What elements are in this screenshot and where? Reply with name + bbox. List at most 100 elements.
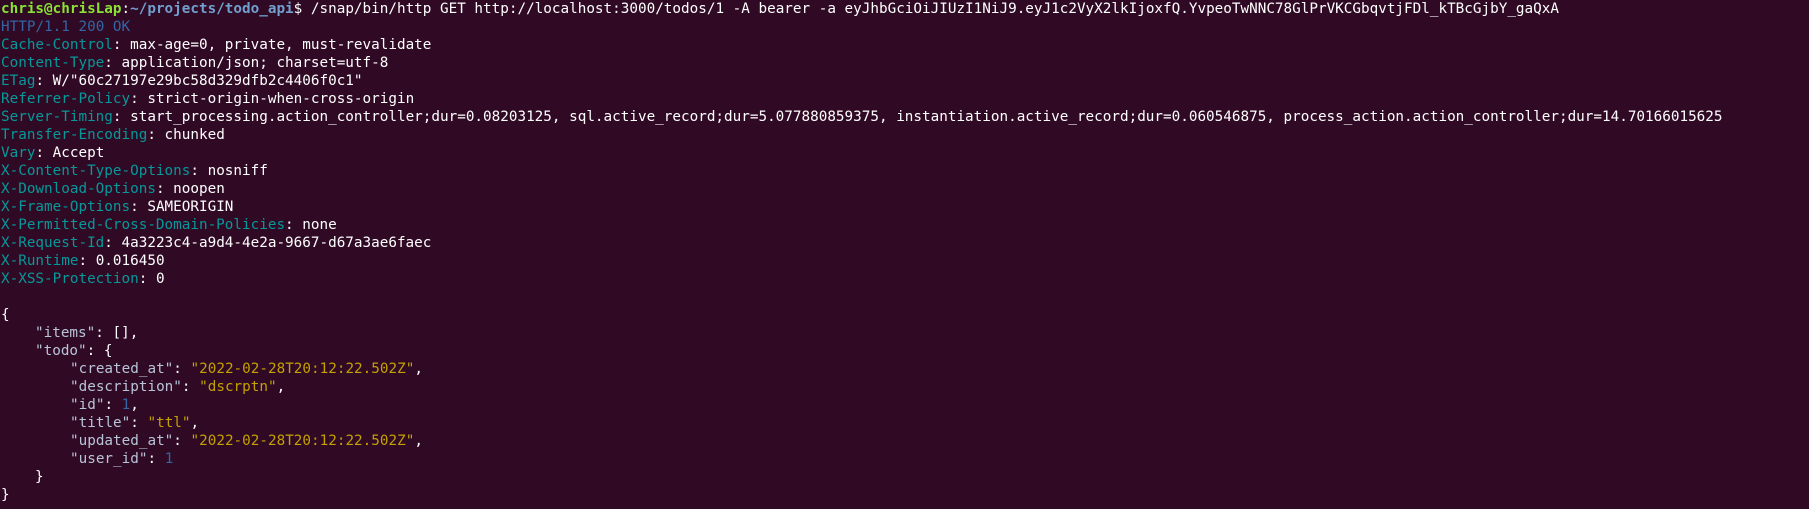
header-name: X-Content-Type-Options: [1, 163, 191, 179]
response-headers: Cache-Control: max-age=0, private, must-…: [1, 36, 1809, 288]
header-value: W/"60c27197e29bc58d329dfb2c4406f0c1": [52, 73, 363, 89]
json-todo-close: }: [35, 469, 44, 485]
json-field-key: "id": [70, 397, 105, 413]
header-line: X-Runtime: 0.016450: [1, 252, 1809, 270]
json-field-value: 1: [121, 397, 131, 413]
header-value: 0: [155, 271, 165, 287]
header-colon: :: [138, 271, 156, 287]
json-items-row: "items": [],: [1, 324, 1809, 342]
header-line: Cache-Control: max-age=0, private, must-…: [1, 36, 1809, 54]
header-colon: :: [147, 127, 165, 143]
header-name: Server-Timing: [1, 109, 113, 125]
header-value: max-age=0, private, must-revalidate: [130, 37, 432, 53]
json-field-key: "title": [70, 415, 131, 431]
header-name: ETag: [1, 73, 36, 89]
header-name: Transfer-Encoding: [1, 127, 148, 143]
json-key-todo: "todo": [35, 343, 87, 359]
prompt-user-host: chris@chrisLap: [1, 1, 122, 17]
status-protocol: HTTP: [1, 19, 36, 35]
json-comma: ,: [129, 325, 139, 341]
json-field-row: "id": 1,: [1, 396, 1809, 414]
json-field-key: "created_at": [70, 361, 174, 377]
header-value: none: [302, 217, 337, 233]
json-todo-row: "todo": {: [1, 342, 1809, 360]
json-colon: :: [181, 379, 200, 395]
json-field-value: "ttl": [147, 415, 191, 431]
header-colon: :: [112, 37, 131, 53]
status-version-code: /1.1 200: [35, 19, 105, 35]
json-colon: :: [86, 343, 104, 359]
header-value: application/json; charset=utf-8: [121, 55, 389, 71]
json-colon: :: [104, 397, 122, 413]
header-line: X-Frame-Options: SAMEORIGIN: [1, 198, 1809, 216]
terminal-window[interactable]: chris@chrisLap:~/projects/todo_api$ /sna…: [0, 0, 1809, 509]
header-value: 0.016450: [95, 253, 165, 269]
header-name: X-XSS-Protection: [1, 271, 139, 287]
prompt-separator: :: [121, 1, 131, 17]
json-close-brace: }: [1, 487, 10, 503]
header-name: Vary: [1, 145, 36, 161]
header-colon: :: [104, 55, 122, 71]
header-value: strict-origin-when-cross-origin: [147, 91, 415, 107]
header-name: X-Frame-Options: [1, 199, 131, 215]
json-field-row: "description": "dscrptn",: [1, 378, 1809, 396]
json-key-items: "items": [35, 325, 96, 341]
header-line: X-Permitted-Cross-Domain-Policies: none: [1, 216, 1809, 234]
json-field-key: "description": [70, 379, 182, 395]
header-name: Referrer-Policy: [1, 91, 131, 107]
json-comma: ,: [190, 415, 200, 431]
header-colon: :: [130, 91, 148, 107]
json-colon: :: [147, 451, 165, 467]
json-comma: ,: [276, 379, 286, 395]
header-value: noopen: [173, 181, 225, 197]
status-line: HTTP/1.1 200 OK: [1, 18, 1809, 36]
header-value: Accept: [52, 145, 105, 161]
header-line: Content-Type: application/json; charset=…: [1, 54, 1809, 72]
json-colon: :: [130, 415, 148, 431]
status-reason: OK: [104, 19, 131, 35]
header-colon: :: [190, 163, 208, 179]
json-field-value: "2022-02-28T20:12:22.502Z": [190, 433, 415, 449]
json-field-row: "updated_at": "2022-02-28T20:12:22.502Z"…: [1, 432, 1809, 450]
json-todo-open: {: [103, 343, 113, 359]
header-line: X-Request-Id: 4a3223c4-a9d4-4e2a-9667-d6…: [1, 234, 1809, 252]
response-body: { "items": [], "todo": { "created_at": "…: [1, 306, 1809, 504]
prompt-symbol: $: [293, 1, 311, 17]
header-colon: :: [112, 109, 131, 125]
json-todo-fields: "created_at": "2022-02-28T20:12:22.502Z"…: [1, 360, 1809, 468]
header-line: X-XSS-Protection: 0: [1, 270, 1809, 288]
header-value: 4a3223c4-a9d4-4e2a-9667-d67a3ae6faec: [121, 235, 432, 251]
header-line: X-Download-Options: noopen: [1, 180, 1809, 198]
json-field-key: "user_id": [70, 451, 148, 467]
json-field-value: "2022-02-28T20:12:22.502Z": [190, 361, 415, 377]
json-field-row: "user_id": 1: [1, 450, 1809, 468]
header-value: start_processing.action_controller;dur=0…: [130, 109, 1723, 125]
header-colon: :: [130, 199, 148, 215]
header-colon: :: [35, 145, 53, 161]
header-colon: :: [78, 253, 96, 269]
header-value: chunked: [164, 127, 225, 143]
header-value: SAMEORIGIN: [147, 199, 234, 215]
json-comma: ,: [414, 361, 423, 377]
json-colon: :: [173, 433, 191, 449]
header-line: X-Content-Type-Options: nosniff: [1, 162, 1809, 180]
json-colon: :: [95, 325, 113, 341]
header-line: Server-Timing: start_processing.action_c…: [1, 108, 1809, 126]
json-items-value: []: [112, 325, 130, 341]
json-field-value: 1: [164, 451, 174, 467]
header-name: Cache-Control: [1, 37, 113, 53]
json-comma: ,: [130, 397, 139, 413]
command-line: chris@chrisLap:~/projects/todo_api$ /sna…: [1, 0, 1809, 18]
header-colon: :: [35, 73, 53, 89]
header-name: X-Request-Id: [1, 235, 105, 251]
json-field-key: "updated_at": [70, 433, 174, 449]
header-line: Referrer-Policy: strict-origin-when-cros…: [1, 90, 1809, 108]
json-comma: ,: [414, 433, 423, 449]
json-field-row: "title": "ttl",: [1, 414, 1809, 432]
header-name: X-Permitted-Cross-Domain-Policies: [1, 217, 286, 233]
header-colon: :: [285, 217, 303, 233]
header-colon: :: [155, 181, 174, 197]
prompt-path: ~/projects/todo_api: [130, 1, 294, 17]
json-field-value: "dscrptn": [199, 379, 277, 395]
header-name: Content-Type: [1, 55, 105, 71]
